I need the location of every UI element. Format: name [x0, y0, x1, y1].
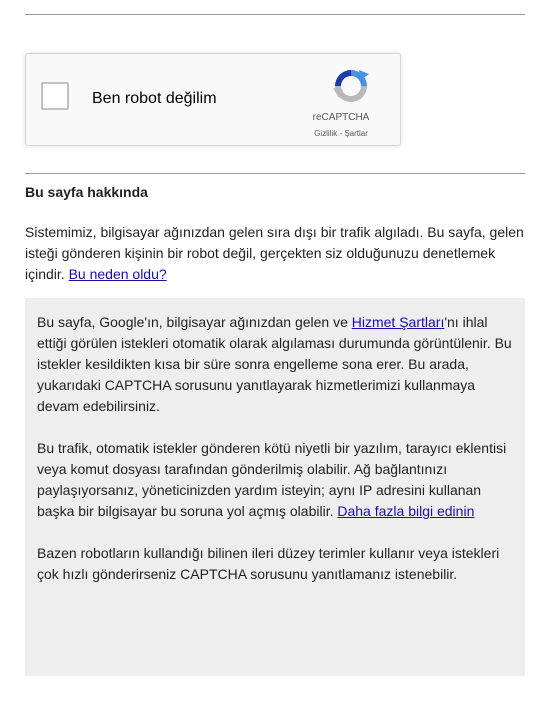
terms-link[interactable]: Şartlar: [344, 129, 368, 138]
terms-of-service-link[interactable]: Hizmet Şartları: [352, 314, 445, 330]
learn-more-link[interactable]: Daha fazla bilgi edinin: [337, 503, 474, 519]
recaptcha-widget: Ben robot değilim reCAPTCHA Gizlilik - Ş…: [25, 53, 401, 146]
recaptcha-logo-icon: [333, 70, 369, 102]
why-link[interactable]: Bu neden oldu?: [69, 266, 167, 282]
recaptcha-checkbox[interactable]: [41, 82, 69, 110]
info-paragraph-1: Bu sayfa, Google'ın, bilgisayar ağınızda…: [37, 312, 513, 417]
recaptcha-links: Gizlilik - Şartlar: [292, 129, 390, 138]
info-paragraph-2: Bu trafik, otomatik istekler gönderen kö…: [37, 438, 513, 522]
about-intro: Sistemimiz, bilgisayar ağınızdan gelen s…: [25, 222, 525, 285]
recaptcha-checkbox-label[interactable]: Ben robot değilim: [92, 90, 217, 108]
section-divider: [25, 173, 525, 174]
privacy-link[interactable]: Gizlilik: [314, 129, 337, 138]
about-heading: Bu sayfa hakkında: [25, 184, 148, 200]
info-paragraph-3: Bazen robotların kullandığı bilinen iler…: [37, 545, 500, 582]
info-box: Bu sayfa, Google'ın, bilgisayar ağınızda…: [25, 298, 525, 676]
top-divider: [25, 14, 525, 15]
p1-text-before: Bu sayfa, Google'ın, bilgisayar ağınızda…: [37, 314, 352, 330]
recaptcha-brand: reCAPTCHA: [312, 112, 370, 123]
